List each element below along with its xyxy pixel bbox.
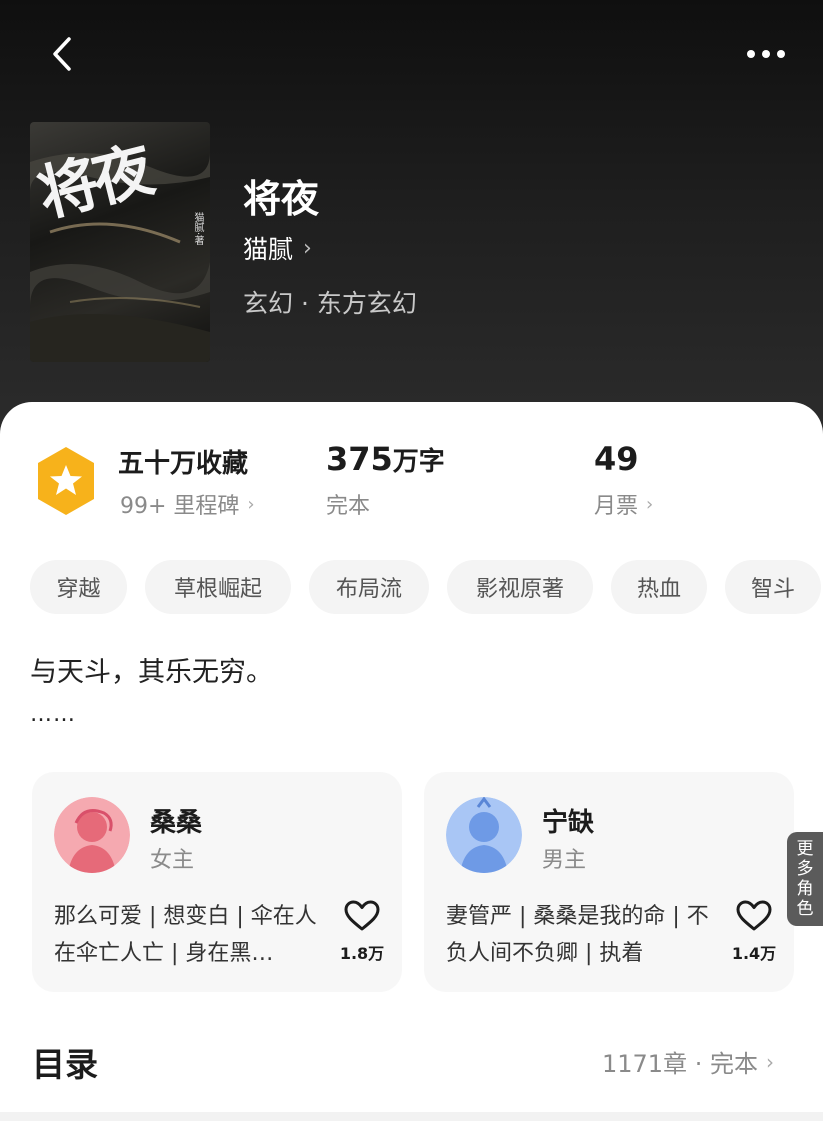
more-characters-label: 更多角色 bbox=[796, 839, 814, 919]
character-name: 桑桑 bbox=[150, 808, 203, 838]
heart-icon bbox=[736, 900, 772, 931]
character-card[interactable]: 宁缺 男主 妻管严 | 桑桑是我的命 | 不负人间不负卿 | 执着 1.4万 bbox=[424, 772, 794, 992]
character-card[interactable]: 桑桑 女主 那么可爱 | 想变白 | 伞在人在伞亡人亡 | 身在黑… 1.8万 bbox=[32, 772, 402, 992]
chevron-right-icon: › bbox=[247, 493, 255, 515]
collect-count: 五十万收藏 bbox=[118, 449, 249, 479]
chevron-right-icon: › bbox=[646, 493, 654, 515]
monthly-votes-value: 49 bbox=[594, 440, 639, 478]
more-options-button[interactable] bbox=[742, 32, 790, 76]
book-title: 将夜 bbox=[243, 176, 320, 221]
tag-chip[interactable]: 智斗 bbox=[725, 560, 821, 614]
star-badge-icon bbox=[38, 447, 94, 515]
word-count-value: 375 bbox=[326, 440, 393, 478]
back-button[interactable] bbox=[40, 32, 84, 76]
monthly-votes: 49 bbox=[594, 440, 639, 478]
book-status: 完本 bbox=[326, 488, 370, 520]
character-name: 宁缺 bbox=[542, 808, 595, 838]
like-count: 1.8万 bbox=[339, 944, 385, 963]
avatar-image bbox=[446, 797, 522, 873]
tag-chip[interactable]: 影视原著 bbox=[447, 560, 593, 614]
chevron-right-icon: › bbox=[765, 1049, 774, 1074]
toc-link[interactable]: 1171章 · 完本 › bbox=[602, 1044, 774, 1079]
character-avatar bbox=[446, 797, 522, 873]
more-dots-icon bbox=[747, 50, 785, 58]
character-role: 男主 bbox=[542, 848, 587, 873]
book-cover[interactable]: 将夜 猫腻·著 bbox=[30, 122, 210, 362]
author-link[interactable]: 猫腻 › bbox=[243, 230, 312, 266]
book-status-label: 完本 bbox=[326, 494, 371, 519]
word-count-unit: 万字 bbox=[392, 447, 445, 477]
word-count: 375万字 bbox=[326, 440, 445, 478]
milestone-label: 99+ 里程碑 bbox=[120, 494, 240, 519]
like-button[interactable]: 1.4万 bbox=[724, 900, 784, 964]
tag-chip[interactable]: 热血 bbox=[611, 560, 707, 614]
toc-title: 目录 bbox=[32, 1045, 98, 1084]
book-genre: 玄幻 · 东方玄幻 bbox=[243, 289, 417, 318]
like-button[interactable]: 1.8万 bbox=[332, 900, 392, 964]
character-description: 妻管严 | 桑桑是我的命 | 不负人间不负卿 | 执着 bbox=[446, 904, 709, 966]
monthly-votes-link[interactable]: 月票 › bbox=[594, 488, 653, 520]
avatar-image bbox=[54, 797, 130, 873]
character-role: 女主 bbox=[150, 848, 195, 873]
author-name: 猫腻 bbox=[243, 235, 294, 264]
monthly-votes-label: 月票 bbox=[594, 494, 639, 519]
tag-list: 穿越 草根崛起 布局流 影视原著 热血 智斗 bbox=[30, 560, 823, 614]
more-characters-button[interactable]: 更多角色 bbox=[787, 832, 823, 926]
chevron-right-icon: › bbox=[303, 235, 312, 261]
section-divider bbox=[0, 1112, 823, 1121]
tag-chip[interactable]: 草根崛起 bbox=[145, 560, 291, 614]
milestone-link[interactable]: 99+ 里程碑 › bbox=[120, 488, 255, 520]
book-intro[interactable]: 与天斗，其乐无穷。 bbox=[30, 650, 273, 689]
tag-chip[interactable]: 穿越 bbox=[30, 560, 127, 614]
heart-icon bbox=[344, 900, 380, 931]
character-avatar bbox=[54, 797, 130, 873]
cover-author: 猫腻·著 bbox=[192, 212, 203, 246]
chevron-left-icon bbox=[53, 37, 71, 71]
tag-chip[interactable]: 布局流 bbox=[309, 560, 429, 614]
intro-ellipsis: …… bbox=[30, 702, 76, 727]
character-description: 那么可爱 | 想变白 | 伞在人在伞亡人亡 | 身在黑… bbox=[54, 904, 317, 966]
toc-meta: 1171章 · 完本 bbox=[602, 1050, 758, 1078]
like-count: 1.4万 bbox=[731, 944, 777, 963]
